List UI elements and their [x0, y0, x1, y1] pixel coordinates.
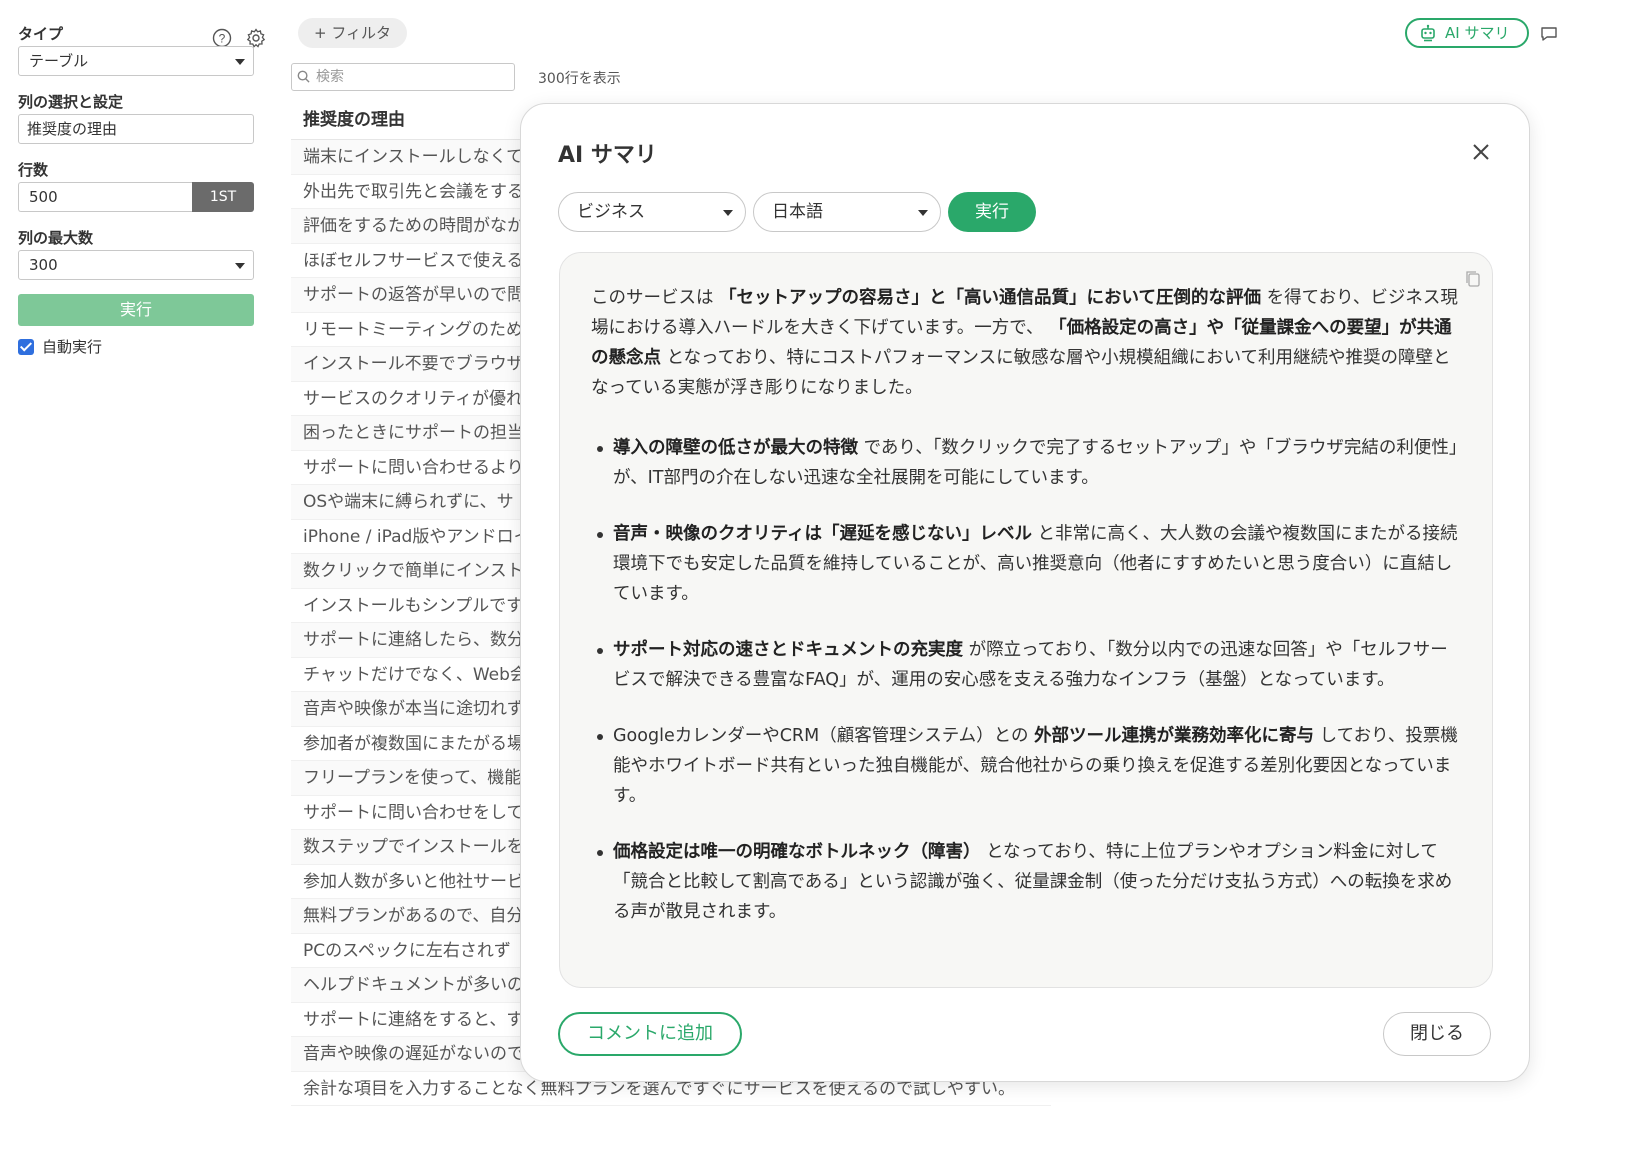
chevron-down-icon — [918, 210, 928, 216]
bullet-bold: 外部ツール連携が業務効率化に寄与 — [1034, 726, 1315, 746]
modal-run-button[interactable]: 実行 — [948, 192, 1036, 232]
summary-bullet: 価格設定は唯一の明確なボトルネック（障害） となっており、特に上位プランやオプシ… — [591, 837, 1462, 927]
modal-title: AI サマリ — [558, 143, 657, 168]
ai-summary-button-label: AI サマリ — [1445, 24, 1510, 42]
columns-label: 列の選択と設定 — [18, 93, 124, 111]
svg-text:?: ? — [219, 32, 226, 46]
summary-intro: このサービスは 「セットアップの容易さ」と「高い通信品質」において圧倒的な評価 … — [591, 283, 1462, 403]
max-columns-label: 列の最大数 — [18, 229, 94, 247]
auto-run-checkbox[interactable] — [18, 338, 34, 355]
tone-select-value: ビジネス — [577, 202, 645, 222]
rows-input[interactable]: 500 — [18, 182, 192, 212]
sidebar-run-button[interactable]: 実行 — [18, 294, 254, 326]
summary-bullet: 導入の障壁の低さが最大の特徴 であり、「数クリックで完了するセットアップ」や「ブ… — [591, 433, 1462, 493]
language-select[interactable]: 日本語 — [753, 192, 941, 232]
bullet-pre: GoogleカレンダーやCRM（顧客管理システム）との — [613, 726, 1035, 746]
bullet-bold: 音声・映像のクオリティは「遅延を感じない」レベル — [613, 524, 1032, 544]
max-columns-value: 300 — [29, 256, 58, 274]
chevron-down-icon — [235, 59, 245, 65]
tone-select[interactable]: ビジネス — [558, 192, 746, 232]
columns-field[interactable]: 推奨度の理由 — [18, 114, 254, 144]
summary-bullet: サポート対応の速さとドキュメントの充実度 が際立っており、「数分以内での迅速な回… — [591, 635, 1462, 695]
add-comment-button[interactable]: コメントに追加 — [558, 1012, 742, 1056]
close-icon[interactable] — [1471, 142, 1491, 162]
search-input[interactable]: 検索 — [291, 63, 515, 91]
bullet-bold: サポート対応の速さとドキュメントの充実度 — [613, 640, 963, 660]
ai-summary-button[interactable]: AI サマリ — [1405, 18, 1529, 48]
bullet-bold: 導入の障壁の低さが最大の特徴 — [613, 438, 858, 458]
summary-bullets: 導入の障壁の低さが最大の特徴 であり、「数クリックで完了するセットアップ」や「ブ… — [591, 433, 1462, 927]
gear-icon[interactable] — [246, 28, 266, 48]
summary-panel: このサービスは 「セットアップの容易さ」と「高い通信品質」において圧倒的な評価 … — [559, 252, 1493, 988]
rows-label: 行数 — [18, 161, 49, 179]
rows-input-group: 500 1ST — [18, 182, 254, 212]
summary-bullet: 音声・映像のクオリティは「遅延を感じない」レベル と非常に高く、大人数の会議や複… — [591, 519, 1462, 609]
max-columns-select[interactable]: 300 — [18, 250, 254, 280]
comment-icon[interactable] — [1540, 26, 1558, 42]
robot-icon — [1421, 24, 1435, 42]
add-filter-button[interactable]: + フィルタ — [298, 18, 408, 48]
chevron-down-icon — [723, 210, 733, 216]
close-button[interactable]: 閉じる — [1383, 1012, 1491, 1056]
type-select-value: テーブル — [29, 52, 89, 70]
intro-text-3: となっており、特にコストパフォーマンスに敏感な層や小規模組織において利用継続や推… — [591, 348, 1451, 398]
sidebar-icons: ? — [212, 28, 266, 48]
search-icon — [297, 70, 310, 83]
auto-run-label: 自動実行 — [42, 338, 103, 356]
help-icon[interactable]: ? — [212, 28, 232, 48]
auto-run-toggle[interactable]: 自動実行 — [18, 336, 270, 357]
type-row: タイプ ? — [18, 22, 270, 48]
chevron-down-icon — [235, 263, 245, 269]
type-select[interactable]: テーブル — [18, 46, 254, 76]
bullet-bold: 価格設定は唯一の明確なボトルネック（障害） — [613, 842, 981, 862]
language-select-value: 日本語 — [772, 202, 823, 222]
intro-text-1: このサービスは — [591, 288, 720, 308]
intro-bold-1: 「セットアップの容易さ」と「高い通信品質」において圧倒的な評価 — [719, 288, 1262, 308]
summary-bullet: GoogleカレンダーやCRM（顧客管理システム）との 外部ツール連携が業務効率… — [591, 721, 1462, 811]
rows-unit-button[interactable]: 1ST — [192, 182, 254, 212]
copy-icon[interactable] — [1464, 269, 1482, 289]
ai-summary-modal: AI サマリ ビジネス 日本語 実行 このサービスは 「セットアップの容易さ」と… — [520, 103, 1530, 1082]
row-count: 300行を表示 — [538, 71, 621, 87]
sidebar: タイプ ? テーブル 列の選択と設定 推奨度の理由 行数 500 1ST 列の最… — [0, 0, 270, 1172]
